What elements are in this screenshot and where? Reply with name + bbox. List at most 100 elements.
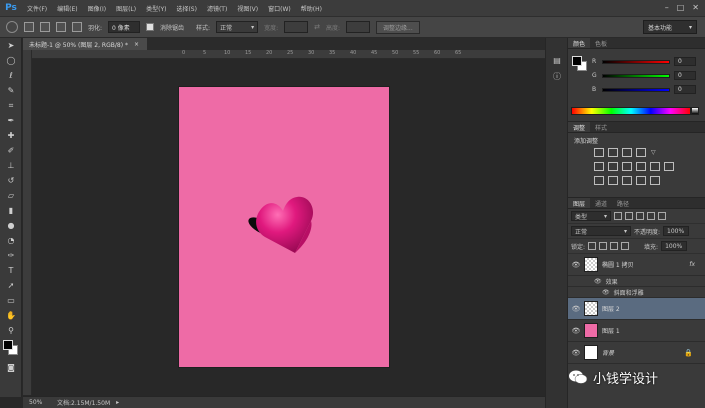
close-icon[interactable]: ✕: [692, 3, 699, 12]
threshold-icon[interactable]: [622, 176, 632, 185]
tab-styles[interactable]: 样式: [590, 122, 612, 132]
eye-icon[interactable]: 👁: [568, 305, 584, 313]
intersect-selection-icon[interactable]: [72, 22, 82, 32]
hue-saturation-icon[interactable]: [594, 162, 604, 171]
green-value[interactable]: 0: [674, 71, 696, 80]
info-panel-icon[interactable]: ⓘ: [546, 68, 568, 84]
foreground-color[interactable]: [3, 340, 13, 350]
tab-layers[interactable]: 图层: [568, 198, 591, 208]
quick-mask-icon[interactable]: ◙: [0, 360, 22, 375]
heart-shape[interactable]: [247, 191, 319, 255]
feather-input[interactable]: 0 像素: [108, 21, 141, 33]
eyedropper-tool-icon[interactable]: ✒: [0, 113, 22, 128]
dodge-tool-icon[interactable]: ◔: [0, 233, 22, 248]
tab-swatches[interactable]: 色板: [590, 38, 612, 48]
red-slider[interactable]: [602, 59, 670, 64]
style-select[interactable]: 正常 ▾: [216, 21, 259, 33]
add-selection-icon[interactable]: [40, 22, 50, 32]
effect-row[interactable]: 👁 斜面和浮雕: [568, 287, 705, 298]
zoom-level[interactable]: 50%: [23, 399, 51, 406]
menu-select[interactable]: 选择(S): [171, 4, 202, 13]
antialias-checkbox[interactable]: [146, 23, 155, 31]
green-slider[interactable]: [602, 73, 670, 78]
crop-tool-icon[interactable]: ⌗: [0, 98, 22, 113]
invert-icon[interactable]: [594, 176, 604, 185]
eye-icon[interactable]: 👁: [602, 289, 610, 296]
width-input[interactable]: [284, 21, 309, 33]
menu-window[interactable]: 窗口(W): [263, 4, 296, 13]
menu-layer[interactable]: 图层(L): [111, 4, 141, 13]
menu-type[interactable]: 类型(Y): [141, 4, 171, 13]
healing-brush-tool-icon[interactable]: ✚: [0, 128, 22, 143]
lock-position-icon[interactable]: [610, 242, 619, 250]
color-balance-icon[interactable]: [608, 162, 618, 171]
tab-adjustments[interactable]: 调整: [568, 122, 591, 132]
eye-icon[interactable]: 👁: [594, 278, 602, 285]
new-selection-icon[interactable]: [24, 22, 34, 32]
opacity-input[interactable]: 100%: [663, 226, 690, 236]
photo-filter-icon[interactable]: [636, 162, 646, 171]
curves-icon[interactable]: [622, 148, 632, 157]
channel-mixer-icon[interactable]: [650, 162, 660, 171]
swap-icon[interactable]: ⇄: [314, 23, 320, 31]
close-icon[interactable]: ×: [134, 41, 139, 48]
eye-icon[interactable]: 👁: [568, 261, 584, 269]
eraser-tool-icon[interactable]: ▱: [0, 188, 22, 203]
document-tab[interactable]: 未标题-1 @ 50% (图层 2, RGB/8) * ×: [23, 38, 147, 50]
canvas-area[interactable]: [33, 60, 545, 395]
grayscale-ramp[interactable]: [691, 107, 699, 115]
blend-mode-select[interactable]: 正常 ▾: [571, 226, 631, 236]
maximize-icon[interactable]: □: [677, 3, 685, 12]
elliptical-marquee-icon[interactable]: [6, 21, 18, 33]
brush-tool-icon[interactable]: ✐: [0, 143, 22, 158]
quick-select-tool-icon[interactable]: ✎: [0, 83, 22, 98]
history-brush-tool-icon[interactable]: ↺: [0, 173, 22, 188]
filter-smart-object-icon[interactable]: [658, 212, 666, 220]
color-lookup-icon[interactable]: [664, 162, 674, 171]
shape-tool-icon[interactable]: ▭: [0, 293, 22, 308]
subtract-selection-icon[interactable]: [56, 22, 66, 32]
menu-view[interactable]: 视图(V): [232, 4, 263, 13]
workspace-select[interactable]: 基本功能 ▾: [643, 20, 697, 34]
effects-row[interactable]: 👁 效果: [568, 276, 705, 287]
lock-all-icon[interactable]: [621, 242, 630, 250]
layer-row[interactable]: 👁 椭圆 1 拷贝 fx: [568, 254, 705, 276]
menu-file[interactable]: 文件(F): [22, 4, 52, 13]
hand-tool-icon[interactable]: ✋: [0, 308, 22, 323]
layer-row[interactable]: 👁 图层 2: [568, 298, 705, 320]
type-tool-icon[interactable]: T: [0, 263, 22, 278]
document-canvas[interactable]: [179, 87, 389, 367]
tab-color[interactable]: 颜色: [568, 38, 591, 48]
color-spectrum[interactable]: [571, 107, 691, 115]
menu-help[interactable]: 帮助(H): [296, 4, 327, 13]
menu-image[interactable]: 图像(I): [83, 4, 111, 13]
black-white-icon[interactable]: [622, 162, 632, 171]
fill-input[interactable]: 100%: [661, 241, 688, 251]
status-arrow-icon[interactable]: ▸: [116, 399, 119, 406]
blue-slider[interactable]: [602, 87, 670, 92]
blue-value[interactable]: 0: [674, 85, 696, 94]
height-input[interactable]: [346, 21, 371, 33]
filter-kind-select[interactable]: 类型 ▾: [571, 211, 611, 221]
path-selection-tool-icon[interactable]: ➚: [0, 278, 22, 293]
fx-icon[interactable]: fx: [689, 261, 695, 268]
red-value[interactable]: 0: [674, 57, 696, 66]
menu-edit[interactable]: 编辑(E): [52, 4, 82, 13]
minimize-icon[interactable]: –: [665, 3, 669, 12]
lock-image-icon[interactable]: [599, 242, 608, 250]
filter-shape-icon[interactable]: [647, 212, 655, 220]
menu-filter[interactable]: 滤镜(T): [202, 4, 232, 13]
history-panel-icon[interactable]: ▤: [546, 52, 568, 68]
levels-icon[interactable]: [608, 148, 618, 157]
gradient-tool-icon[interactable]: ▮: [0, 203, 22, 218]
color-swatches[interactable]: [0, 338, 22, 360]
marquee-tool-icon[interactable]: ◯: [0, 53, 22, 68]
foreground-color[interactable]: [572, 56, 582, 66]
brightness-contrast-icon[interactable]: [594, 148, 604, 157]
refine-edge-button[interactable]: 调整边缘...: [376, 20, 420, 34]
clone-stamp-tool-icon[interactable]: ⊥: [0, 158, 22, 173]
vibrance-icon[interactable]: ▽: [650, 148, 660, 157]
tab-channels[interactable]: 通道: [590, 198, 612, 208]
filter-type-icon[interactable]: [636, 212, 644, 220]
eye-icon[interactable]: 👁: [568, 327, 584, 335]
